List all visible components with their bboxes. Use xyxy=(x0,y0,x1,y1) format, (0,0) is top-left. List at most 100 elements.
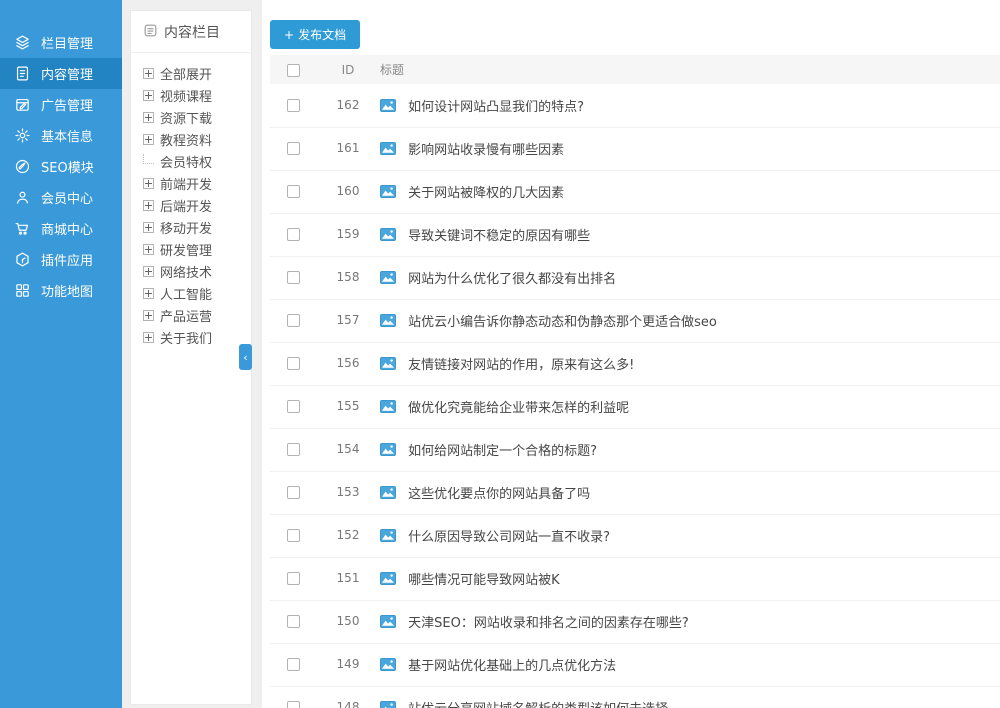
table-row: 160 关于网站被降权的几大因素 xyxy=(270,170,1000,213)
row-title-link[interactable]: 基于网站优化基础上的几点优化方法 xyxy=(408,659,616,674)
expand-plus-icon[interactable] xyxy=(143,332,154,343)
tree-item-backend-dev[interactable]: 后端开发 xyxy=(143,194,251,216)
row-title-link[interactable]: 站优云分享网站域名解析的类型该如何去选择 xyxy=(408,702,668,708)
table-row: 148 站优云分享网站域名解析的类型该如何去选择 xyxy=(270,686,1000,708)
row-id: 155 xyxy=(337,399,360,413)
row-id: 154 xyxy=(337,442,360,456)
sidebar-item-ad-management[interactable]: 广告管理 xyxy=(0,89,122,120)
expand-plus-icon[interactable] xyxy=(143,310,154,321)
image-icon xyxy=(380,615,396,628)
row-title-link[interactable]: 网站为什么优化了很久都没有出排名 xyxy=(408,272,616,287)
row-title-link[interactable]: 这些优化要点你的网站具备了吗 xyxy=(408,487,590,502)
tree-item-product-operations[interactable]: 产品运营 xyxy=(143,304,251,326)
tree-item-about-us[interactable]: 关于我们 xyxy=(143,326,251,348)
row-title-link[interactable]: 如何给网站制定一个合格的标题? xyxy=(408,444,597,459)
table-row: 161 影响网站收录慢有哪些因素 xyxy=(270,127,1000,170)
row-checkbox[interactable] xyxy=(287,615,300,628)
table-row: 152 什么原因导致公司网站一直不收录? xyxy=(270,514,1000,557)
row-checkbox[interactable] xyxy=(287,400,300,413)
tree-item-ai[interactable]: 人工智能 xyxy=(143,282,251,304)
publish-document-button[interactable]: + 发布文档 xyxy=(270,20,360,49)
image-icon xyxy=(380,314,396,327)
sidebar-item-basic-info[interactable]: 基本信息 xyxy=(0,120,122,151)
row-title-link[interactable]: 友情链接对网站的作用，原来有这么多! xyxy=(408,358,634,373)
row-title-link[interactable]: 天津SEO：网站收录和排名之间的因素存在哪些? xyxy=(408,616,689,631)
expand-plus-icon[interactable] xyxy=(143,200,154,211)
sidebar-item-mall-center[interactable]: 商城中心 xyxy=(0,213,122,244)
row-title-link[interactable]: 关于网站被降权的几大因素 xyxy=(408,186,564,201)
row-title-link[interactable]: 如何设计网站凸显我们的特点? xyxy=(408,100,584,115)
tree-item-label: 后端开发 xyxy=(160,196,212,215)
row-checkbox[interactable] xyxy=(287,228,300,241)
row-title-link[interactable]: 影响网站收录慢有哪些因素 xyxy=(408,143,564,158)
row-checkbox[interactable] xyxy=(287,271,300,284)
tree-item-mobile-dev[interactable]: 移动开发 xyxy=(143,216,251,238)
tree-item-label: 人工智能 xyxy=(160,284,212,303)
row-title-link[interactable]: 做优化究竟能给企业带来怎样的利益呢 xyxy=(408,401,629,416)
image-icon xyxy=(380,228,396,241)
cart-icon xyxy=(14,220,31,237)
gear-icon xyxy=(14,127,31,144)
tree-item-tutorial-materials[interactable]: 教程资料 xyxy=(143,128,251,150)
sidebar-item-seo-module[interactable]: SEO模块 xyxy=(0,151,122,182)
row-id: 150 xyxy=(337,614,360,628)
row-id: 160 xyxy=(337,184,360,198)
sidebar-item-label: 功能地图 xyxy=(41,281,93,300)
expand-plus-icon[interactable] xyxy=(143,178,154,189)
table-row: 159 导致关键词不稳定的原因有哪些 xyxy=(270,213,1000,256)
chevron-left-icon: ‹ xyxy=(243,352,247,363)
row-checkbox[interactable] xyxy=(287,314,300,327)
sidebar-menu: 栏目管理 内容管理 广告管理 基本信息 SEO模块 会员中心 商城中心 插件应用… xyxy=(0,27,122,306)
row-checkbox[interactable] xyxy=(287,99,300,112)
table-row: 162 如何设计网站凸显我们的特点? xyxy=(270,84,1000,127)
sidebar-item-function-map[interactable]: 功能地图 xyxy=(0,275,122,306)
collapse-panel-button[interactable]: ‹ xyxy=(239,344,252,370)
sidebar-item-label: 商城中心 xyxy=(41,219,93,238)
tree-item-frontend-dev[interactable]: 前端开发 xyxy=(143,172,251,194)
tree-item-label: 全部展开 xyxy=(160,64,212,83)
row-id: 148 xyxy=(337,700,360,708)
row-title-link[interactable]: 导致关键词不稳定的原因有哪些 xyxy=(408,229,590,244)
tree-item-expand-all[interactable]: 全部展开 xyxy=(143,62,251,84)
app-root: 栏目管理 内容管理 广告管理 基本信息 SEO模块 会员中心 商城中心 插件应用… xyxy=(0,0,1000,708)
table-row: 151 哪些情况可能导致网站被K xyxy=(270,557,1000,600)
row-checkbox[interactable] xyxy=(287,529,300,542)
tree-item-resource-downloads[interactable]: 资源下载 xyxy=(143,106,251,128)
sidebar-item-plugin-apps[interactable]: 插件应用 xyxy=(0,244,122,275)
tree-panel-title: 内容栏目 xyxy=(164,22,220,42)
tree-panel-header: 内容栏目 xyxy=(131,11,251,53)
row-checkbox[interactable] xyxy=(287,142,300,155)
sidebar-item-member-center[interactable]: 会员中心 xyxy=(0,182,122,213)
file-text-icon xyxy=(14,65,31,82)
expand-plus-icon[interactable] xyxy=(143,134,154,145)
grid-icon xyxy=(14,282,31,299)
sidebar-item-content-management[interactable]: 内容管理 xyxy=(0,58,122,89)
image-icon xyxy=(380,443,396,456)
expand-plus-icon[interactable] xyxy=(143,68,154,79)
row-title-link[interactable]: 哪些情况可能导致网站被K xyxy=(408,573,560,588)
expand-plus-icon[interactable] xyxy=(143,244,154,255)
table-row: 153 这些优化要点你的网站具备了吗 xyxy=(270,471,1000,514)
tree-item-member-privileges[interactable]: 会员特权 xyxy=(143,150,251,172)
row-checkbox[interactable] xyxy=(287,572,300,585)
row-title-link[interactable]: 什么原因导致公司网站一直不收录? xyxy=(408,530,610,545)
row-title-link[interactable]: 站优云小编告诉你静态动态和伪静态那个更适合做seo xyxy=(408,315,717,330)
row-id: 157 xyxy=(337,313,360,327)
row-checkbox[interactable] xyxy=(287,658,300,671)
sidebar-item-column-management[interactable]: 栏目管理 xyxy=(0,27,122,58)
select-all-checkbox[interactable] xyxy=(287,64,300,77)
expand-plus-icon[interactable] xyxy=(143,90,154,101)
tree-item-video-courses[interactable]: 视频课程 xyxy=(143,84,251,106)
row-checkbox[interactable] xyxy=(287,357,300,370)
row-checkbox[interactable] xyxy=(287,486,300,499)
expand-plus-icon[interactable] xyxy=(143,266,154,277)
row-checkbox[interactable] xyxy=(287,185,300,198)
tree-item-rd-management[interactable]: 研发管理 xyxy=(143,238,251,260)
expand-plus-icon[interactable] xyxy=(143,222,154,233)
tree-item-network-tech[interactable]: 网络技术 xyxy=(143,260,251,282)
row-checkbox[interactable] xyxy=(287,701,300,708)
row-checkbox[interactable] xyxy=(287,443,300,456)
expand-plus-icon[interactable] xyxy=(143,288,154,299)
expand-plus-icon[interactable] xyxy=(143,112,154,123)
row-id: 151 xyxy=(337,571,360,585)
